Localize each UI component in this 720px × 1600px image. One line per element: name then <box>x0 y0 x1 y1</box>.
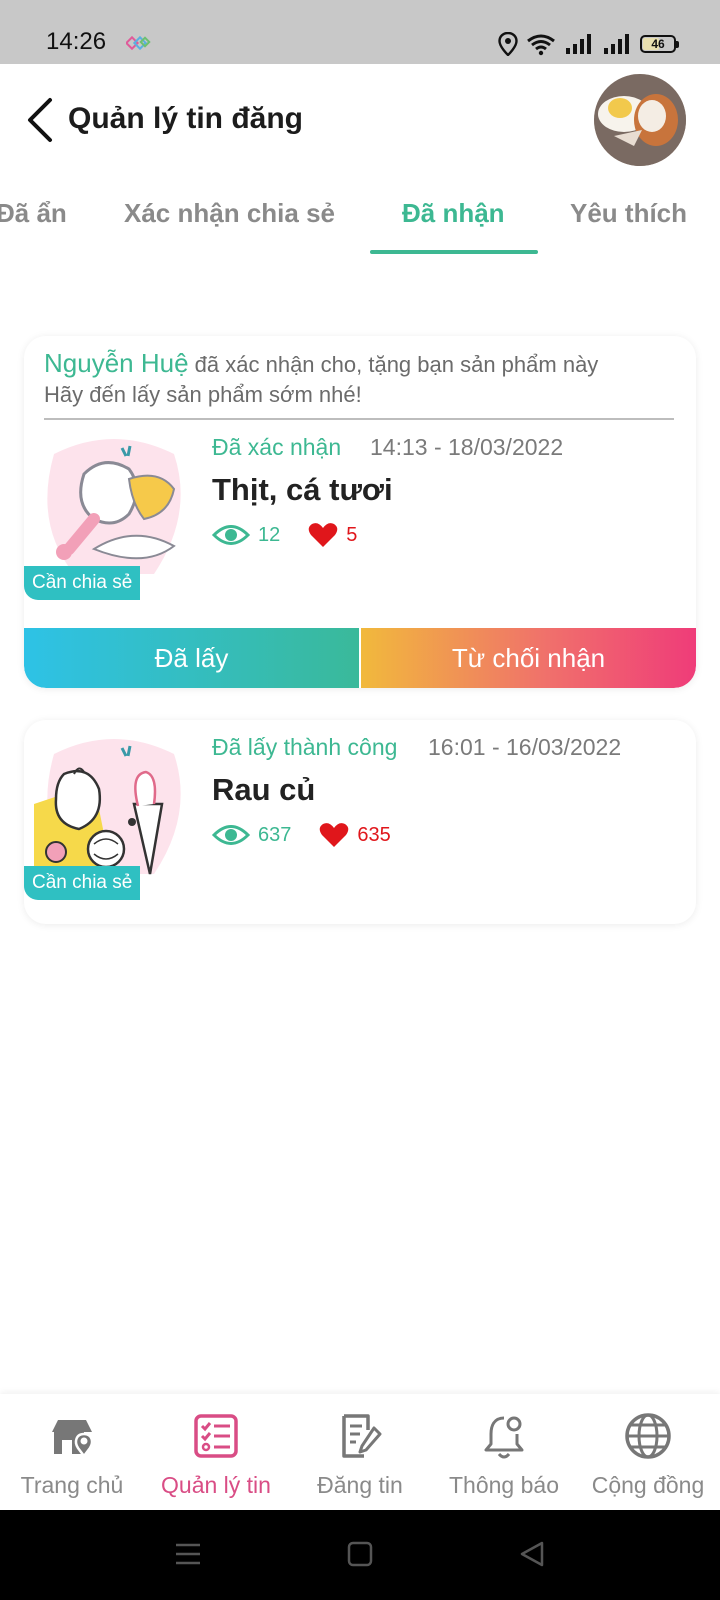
tab-active-indicator <box>370 250 538 254</box>
nav-home[interactable]: Trang chủ <box>0 1394 144 1510</box>
page-title: Quản lý tin đăng <box>68 102 304 135</box>
recents-menu-icon[interactable] <box>174 1540 202 1568</box>
need-share-tag: Cần chia sẻ <box>24 866 141 900</box>
notice-line2: Hãy đến lấy sản phẩm sớm nhé! <box>44 382 362 407</box>
post-item[interactable]: Cần chia sẻ Đã lấy thành công 16:01 - 16… <box>24 734 696 904</box>
tab-bar: Đã ẩn Xác nhận chia sẻ Đã nhận Yêu thích <box>0 186 720 256</box>
giver-name[interactable]: Nguyễn Huệ <box>44 348 189 378</box>
product-title[interactable]: Thịt, cá tươi <box>212 472 393 508</box>
tab-received[interactable]: Đã nhận <box>402 198 505 229</box>
app-notification-icon <box>126 35 151 51</box>
checklist-icon <box>194 1414 238 1458</box>
status-text: Đã xác nhận <box>212 434 342 460</box>
bell-icon <box>484 1416 524 1459</box>
home-square-icon[interactable] <box>346 1540 374 1568</box>
signal-icon-2 <box>604 34 629 54</box>
edit-document-icon <box>342 1414 382 1458</box>
nav-manage-posts[interactable]: Quản lý tin <box>144 1394 288 1510</box>
status-text: Đã lấy thành công <box>212 734 398 760</box>
taken-button[interactable]: Đã lấy <box>24 628 361 688</box>
nav-notifications[interactable]: Thông báo <box>432 1394 576 1510</box>
status-bar: 14:26 46 <box>0 0 720 64</box>
nav-manage-posts-label: Quản lý tin <box>161 1472 271 1498</box>
product-thumbnail <box>34 434 194 584</box>
tab-confirm-share[interactable]: Xác nhận chia sẻ <box>124 198 335 229</box>
heart-icon[interactable] <box>319 822 349 848</box>
view-count: 12 <box>258 523 281 546</box>
location-icon <box>498 32 518 56</box>
timestamp: 14:13 - 18/03/2022 <box>370 434 564 460</box>
vegetables-illustration <box>34 739 181 884</box>
tab-hidden[interactable]: Đã ẩn <box>0 198 67 229</box>
post-stats: 637 635 <box>212 820 391 850</box>
meat-fish-illustration <box>47 439 181 574</box>
heart-icon[interactable] <box>308 522 338 548</box>
eye-icon <box>212 825 250 845</box>
system-navigation-bar <box>0 1510 720 1600</box>
need-share-tag: Cần chia sẻ <box>24 566 141 600</box>
battery-icon: 46 <box>640 35 679 53</box>
avatar[interactable] <box>594 74 686 166</box>
battery-level: 46 <box>651 37 665 51</box>
nav-notifications-label: Thông báo <box>449 1472 559 1498</box>
like-count: 5 <box>346 523 358 546</box>
reject-button[interactable]: Từ chối nhận <box>361 628 696 688</box>
wifi-icon <box>527 34 555 56</box>
card-actions: Đã lấy Từ chối nhận <box>24 628 696 688</box>
divider <box>44 418 674 420</box>
nav-community-label: Cộng đồng <box>591 1472 705 1498</box>
tab-favorites[interactable]: Yêu thích <box>570 198 687 229</box>
confirm-notice: Nguyễn Huệ đã xác nhận cho, tặng bạn sản… <box>24 336 696 410</box>
status-time: 14:26 <box>46 28 107 55</box>
home-location-icon <box>52 1420 94 1459</box>
post-item[interactable]: Cần chia sẻ Đã xác nhận 14:13 - 18/03/20… <box>24 434 696 604</box>
app-header: Quản lý tin đăng <box>0 64 720 174</box>
eye-icon <box>212 525 250 545</box>
post-card[interactable]: Cần chia sẻ Đã lấy thành công 16:01 - 16… <box>24 720 696 924</box>
view-count: 637 <box>258 823 292 846</box>
timestamp: 16:01 - 16/03/2022 <box>428 734 622 760</box>
bottom-navigation: Trang chủ Quản lý tin Đăng tin Thông báo <box>0 1394 720 1510</box>
post-stats: 12 5 <box>212 520 357 550</box>
signal-icon <box>566 34 591 54</box>
globe-icon <box>625 1413 671 1459</box>
back-arrow-icon[interactable] <box>20 94 60 146</box>
nav-community[interactable]: Cộng đồng <box>576 1394 720 1510</box>
nav-home-label: Trang chủ <box>20 1472 124 1498</box>
product-title[interactable]: Rau củ <box>212 772 315 808</box>
product-thumbnail <box>34 734 194 884</box>
notice-text: đã xác nhận cho, tặng bạn sản phẩm này <box>194 352 599 377</box>
like-count: 635 <box>357 823 391 846</box>
post-card[interactable]: Nguyễn Huệ đã xác nhận cho, tặng bạn sản… <box>24 336 696 688</box>
back-triangle-icon[interactable] <box>518 1540 546 1568</box>
nav-post[interactable]: Đăng tin <box>288 1394 432 1510</box>
nav-post-label: Đăng tin <box>317 1472 403 1498</box>
status-icons: 46 <box>498 30 679 58</box>
